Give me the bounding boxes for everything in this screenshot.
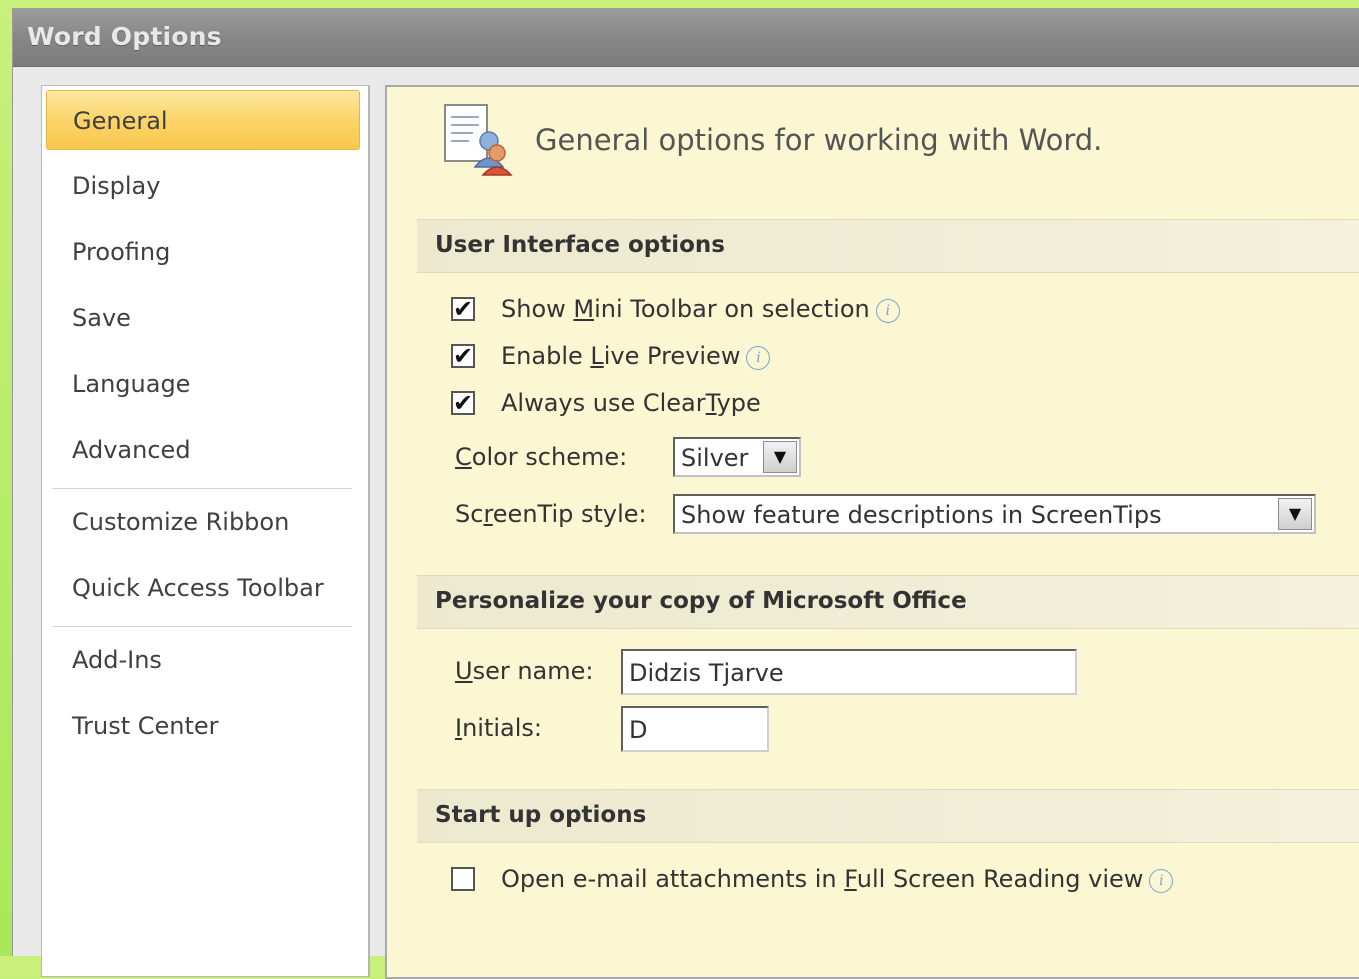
- nav-item-save[interactable]: Save: [46, 288, 360, 348]
- nav-divider: [52, 488, 352, 489]
- access-key: r: [483, 500, 493, 528]
- dropdown-arrow-icon[interactable]: ▼: [1278, 498, 1312, 530]
- screentip-style-value: Show feature descriptions in ScreenTips: [681, 501, 1162, 529]
- label-text: Enable: [501, 342, 591, 370]
- label-text: ull Screen Reading view: [856, 865, 1144, 893]
- general-options-icon: [444, 104, 513, 176]
- label-text: Sc: [455, 500, 484, 528]
- label-text: ini Toolbar on selection: [594, 295, 870, 323]
- nav-item-trust-center[interactable]: Trust Center: [46, 696, 360, 756]
- live-preview-checkbox[interactable]: ✔: [451, 344, 475, 368]
- full-screen-reading-checkbox[interactable]: [451, 867, 475, 891]
- label-text: Open e-mail attachments in: [501, 865, 845, 893]
- user-name-label: User name:: [455, 657, 594, 685]
- mini-toolbar-checkbox[interactable]: ✔: [451, 297, 475, 321]
- full-screen-reading-label[interactable]: Open e-mail attachments in Full Screen R…: [501, 865, 1174, 893]
- label-text: ive Preview: [603, 342, 741, 370]
- label-text: Show: [501, 295, 574, 323]
- pane-header: General options for working with Word.: [535, 123, 1103, 157]
- nav-item-quick-access-toolbar[interactable]: Quick Access Toolbar: [46, 558, 360, 618]
- nav-item-proofing[interactable]: Proofing: [46, 222, 360, 282]
- word-options-window: Word Options General Display Proofing Sa…: [12, 8, 1359, 979]
- screentip-style-label: ScreenTip style:: [455, 500, 647, 528]
- access-key: C: [455, 443, 472, 471]
- section-startup: Start up options: [417, 789, 1359, 843]
- info-icon[interactable]: i: [746, 346, 771, 370]
- label-text: olor scheme:: [471, 443, 628, 471]
- label-text: nitials:: [462, 714, 542, 742]
- label-text: ser name:: [472, 657, 594, 685]
- section-user-interface: User Interface options: [417, 219, 1359, 273]
- options-nav: General Display Proofing Save Language A…: [41, 85, 370, 977]
- mini-toolbar-label[interactable]: Show Mini Toolbar on selection i: [501, 295, 900, 323]
- info-icon[interactable]: i: [1149, 869, 1174, 893]
- initials-field[interactable]: D: [621, 706, 769, 752]
- label-text: Always use Clear: [501, 389, 706, 417]
- window-title: Word Options: [27, 22, 222, 51]
- live-preview-label[interactable]: Enable Live Preview i: [501, 342, 771, 370]
- color-scheme-value: Silver: [681, 444, 749, 472]
- access-key: F: [844, 865, 857, 893]
- cleartype-checkbox[interactable]: ✔: [451, 391, 475, 415]
- nav-item-language[interactable]: Language: [46, 354, 360, 414]
- section-title: Start up options: [435, 802, 647, 828]
- section-title: Personalize your copy of Microsoft Offic…: [435, 588, 967, 614]
- access-key: M: [573, 295, 595, 323]
- access-key: U: [455, 657, 473, 685]
- info-icon[interactable]: i: [875, 299, 900, 323]
- dialog-body: General Display Proofing Save Language A…: [13, 67, 1359, 979]
- color-scheme-label: Color scheme:: [455, 443, 627, 471]
- nav-item-customize-ribbon[interactable]: Customize Ribbon: [46, 492, 360, 552]
- initials-label: Initials:: [455, 714, 542, 742]
- access-key: T: [705, 389, 717, 417]
- nav-item-add-ins[interactable]: Add-Ins: [46, 630, 360, 690]
- initials-value: D: [629, 716, 648, 744]
- nav-item-display[interactable]: Display: [46, 156, 360, 216]
- section-personalize: Personalize your copy of Microsoft Offic…: [417, 575, 1359, 629]
- nav-item-advanced[interactable]: Advanced: [46, 420, 360, 480]
- dropdown-arrow-icon[interactable]: ▼: [763, 441, 797, 473]
- label-text: ype: [716, 389, 761, 417]
- color-scheme-select[interactable]: Silver ▼: [673, 437, 801, 477]
- access-key: L: [590, 342, 604, 370]
- user-name-field[interactable]: Didzis Tjarve: [621, 649, 1077, 695]
- label-text: eenTip style:: [492, 500, 647, 528]
- section-title: User Interface options: [435, 232, 725, 258]
- nav-divider: [52, 626, 352, 627]
- title-bar[interactable]: Word Options: [13, 8, 1359, 67]
- nav-item-general[interactable]: General: [46, 90, 360, 150]
- cleartype-label[interactable]: Always use ClearType: [501, 389, 761, 417]
- screentip-style-select[interactable]: Show feature descriptions in ScreenTips …: [673, 494, 1316, 534]
- general-options-pane: General options for working with Word. U…: [385, 85, 1359, 979]
- user-name-value: Didzis Tjarve: [629, 659, 784, 687]
